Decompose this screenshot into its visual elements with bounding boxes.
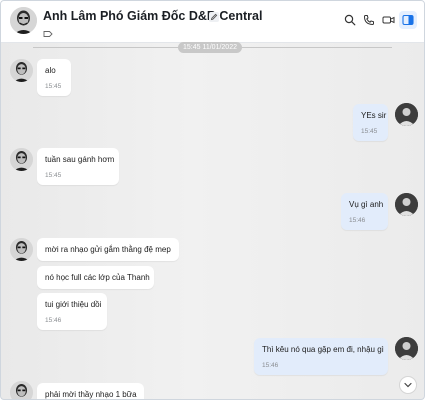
edit-icon[interactable] <box>208 10 220 22</box>
message-bubble[interactable]: tuần sau gánh hơm 15:45 <box>37 148 119 185</box>
message-time: 15:46 <box>262 362 279 369</box>
message-bubble[interactable]: YEs sir 15:45 <box>353 104 388 141</box>
my-avatar[interactable] <box>395 103 418 126</box>
sender-avatar[interactable] <box>10 148 33 171</box>
chat-window: Anh Lâm Phó Giám Đốc D&B Central 15:45 1… <box>0 0 425 400</box>
message-text: alo <box>45 66 56 75</box>
message-bubble[interactable]: tui giới thiệu dồi 15:46 <box>37 293 107 330</box>
message-text: mời ra nhạo gửi gắm thằng đệ mep <box>45 245 171 254</box>
message-text: Vụ gì anh <box>349 200 384 209</box>
message-bubble[interactable]: nó học full các lớp của Thanh <box>37 266 154 289</box>
sender-avatar[interactable] <box>10 381 33 399</box>
message-text: phải mời thầy nhạo 1 bữa <box>45 390 137 399</box>
message-bubble[interactable]: Vụ gì anh 15:46 <box>341 193 388 230</box>
search-icon <box>344 14 356 26</box>
chevron-down-icon <box>404 382 412 388</box>
message-time: 15:45 <box>45 83 62 90</box>
conversation-title: Anh Lâm Phó Giám Đốc D&B Central <box>43 9 263 23</box>
call-button[interactable] <box>360 11 378 29</box>
message-text: tuần sau gánh hơm <box>45 155 115 164</box>
phone-icon <box>363 15 374 26</box>
sidebar-toggle-icon <box>402 14 414 26</box>
message-bubble[interactable]: alo 15:45 <box>37 59 71 96</box>
message-bubble[interactable]: phải mời thầy nhạo 1 bữa <box>37 383 144 399</box>
sender-avatar[interactable] <box>10 238 33 261</box>
video-call-button[interactable] <box>379 11 397 29</box>
message-time: 15:45 <box>45 172 62 179</box>
my-avatar[interactable] <box>395 337 418 360</box>
tag-icon[interactable] <box>43 25 53 37</box>
sender-avatar[interactable] <box>10 59 33 82</box>
message-text: YEs sir <box>361 111 387 120</box>
chat-header: Anh Lâm Phó Giám Đốc D&B Central <box>1 1 424 43</box>
message-time: 15:45 <box>361 128 378 135</box>
my-avatar[interactable] <box>395 193 418 216</box>
contact-avatar[interactable] <box>10 7 37 34</box>
sidebar-toggle-button[interactable] <box>399 11 417 29</box>
message-text: tui giới thiệu dồi <box>45 300 102 309</box>
video-icon <box>382 16 394 24</box>
message-time: 15:46 <box>349 217 366 224</box>
date-divider: 15:45 11/01/2022 <box>178 42 242 53</box>
message-text: nó học full các lớp của Thanh <box>45 273 150 282</box>
message-bubble[interactable]: Thì kêu nó qua gặp em đi, nhậu gì 15:46 <box>254 338 388 375</box>
message-time: 15:46 <box>45 317 62 324</box>
message-bubble[interactable]: mời ra nhạo gửi gắm thằng đệ mep <box>37 238 179 261</box>
message-text: Thì kêu nó qua gặp em đi, nhậu gì <box>262 345 384 354</box>
search-button[interactable] <box>341 11 359 29</box>
scroll-to-bottom-button[interactable] <box>399 376 417 394</box>
